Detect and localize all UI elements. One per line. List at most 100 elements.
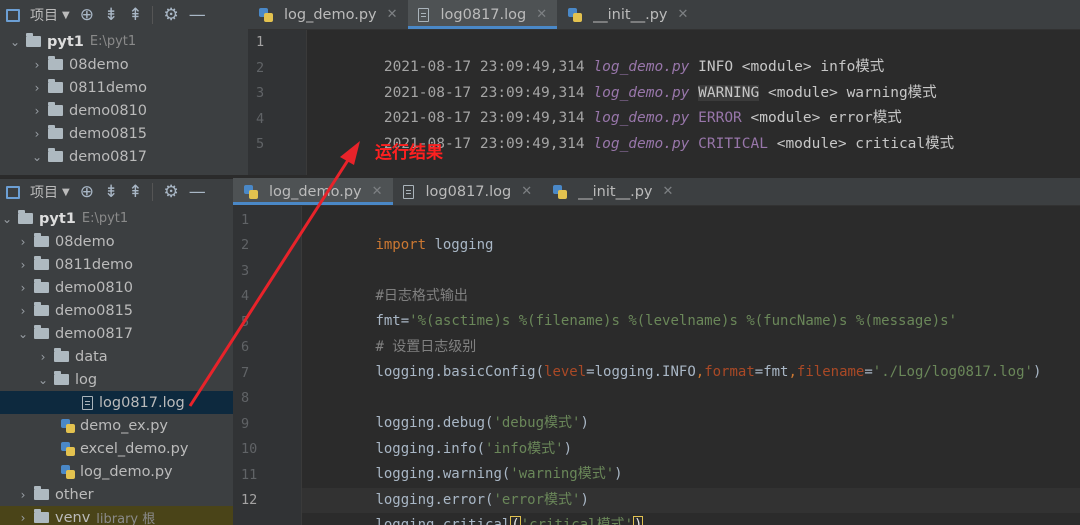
tree-item-label: 08demo — [69, 56, 129, 73]
project-view-selector[interactable]: 项目 ▼ — [30, 182, 70, 202]
code-text: ) — [614, 466, 623, 482]
tree-root-pyt1[interactable]: ⌄ pyt1 E:\pyt1 — [0, 30, 248, 53]
tree-item-0811demo[interactable]: › 0811demo — [0, 76, 248, 99]
close-icon[interactable]: ✕ — [372, 184, 383, 199]
tree-item-08demo[interactable]: › 08demo — [0, 230, 233, 253]
line-number: 1 — [256, 34, 265, 50]
close-icon[interactable]: ✕ — [536, 7, 547, 22]
folder-icon — [34, 233, 49, 247]
tab-log-demo-py[interactable]: log_demo.py ✕ — [233, 178, 393, 205]
expand-all-icon[interactable]: ⇟ — [104, 6, 118, 24]
chevron-right-icon[interactable]: › — [36, 350, 50, 364]
python-file-icon — [243, 184, 259, 200]
chevron-right-icon[interactable]: › — [30, 104, 44, 118]
collapse-all-icon[interactable]: ⇞ — [128, 6, 142, 24]
tab-init-py[interactable]: __init__.py ✕ — [542, 178, 683, 205]
chevron-right-icon[interactable]: › — [16, 258, 30, 272]
tab-init-py[interactable]: __init__.py ✕ — [557, 0, 698, 29]
code-text: logging.basicConfig( — [375, 364, 545, 380]
gear-icon[interactable]: ⚙ — [163, 6, 178, 24]
crosshair-icon[interactable]: ⊕ — [80, 6, 94, 24]
tree-item-venv[interactable]: › venv library 根 — [0, 506, 233, 525]
tree-item-demo0810[interactable]: › demo0810 — [0, 99, 248, 122]
code-line: logging.info('info模式') — [308, 412, 572, 457]
tree-item-label: data — [75, 348, 108, 365]
log-level: CRITICAL — [698, 136, 768, 152]
code-content[interactable]: import logging #日志格式输出 fmt='%(asctime)s … — [308, 208, 1080, 525]
chevron-down-icon[interactable]: ⌄ — [8, 35, 22, 49]
editor-top: log_demo.py ✕ log0817.log ✕ __init__.py … — [248, 0, 1080, 175]
tree-root-label: pyt1 — [39, 210, 76, 227]
tree-item-demo0817[interactable]: ⌄ demo0817 — [0, 145, 248, 168]
tree-item-log-demo-py[interactable]: log_demo.py — [0, 460, 233, 483]
tree-item-demo0815[interactable]: › demo0815 — [0, 299, 233, 322]
tab-log0817-log[interactable]: log0817.log ✕ — [407, 0, 558, 29]
folder-icon — [34, 256, 49, 270]
folder-icon — [34, 509, 49, 523]
tree-item-08demo[interactable]: › 08demo — [0, 53, 248, 76]
close-icon[interactable]: ✕ — [677, 7, 688, 22]
tree-item-demo0810[interactable]: › demo0810 — [0, 276, 233, 299]
chevron-right-icon[interactable]: › — [16, 235, 30, 249]
tree-item-label: demo0815 — [55, 302, 134, 319]
tree-item-0811demo[interactable]: › 0811demo — [0, 253, 233, 276]
chevron-right-icon[interactable]: › — [16, 488, 30, 502]
tree-item-label: demo_ex.py — [80, 417, 169, 434]
line-number: 3 — [256, 85, 265, 101]
tab-log0817-log[interactable]: log0817.log ✕ — [393, 178, 543, 205]
line-number: 10 — [241, 441, 258, 457]
tree-item-label: demo0817 — [69, 148, 148, 165]
tree-root-label: pyt1 — [47, 33, 84, 50]
project-tree-top: ⌄ pyt1 E:\pyt1 › 08demo › 0811demo › dem… — [0, 30, 248, 175]
folder-icon — [54, 371, 69, 385]
tree-item-demo-ex-py[interactable]: demo_ex.py — [0, 414, 233, 437]
chevron-right-icon[interactable]: › — [30, 58, 44, 72]
line-number: 2 — [256, 60, 265, 76]
chevron-down-icon: ▼ — [62, 186, 70, 198]
line-gutter-bottom: 1 2 3 4 5 6 7 8 9 10 11 12 — [233, 206, 301, 525]
project-view-selector[interactable]: 项目 ▼ — [30, 5, 70, 25]
tree-item-label: excel_demo.py — [80, 440, 189, 457]
project-panel-top: 项目 ▼ ⊕ ⇟ ⇞ ⚙ — ⌄ pyt1 E:\pyt1 › 08demo ›… — [0, 0, 248, 175]
chevron-right-icon[interactable]: › — [16, 511, 30, 525]
crosshair-icon[interactable]: ⊕ — [80, 183, 94, 201]
gear-icon[interactable]: ⚙ — [163, 183, 178, 201]
tree-item-data[interactable]: › data — [0, 345, 233, 368]
code-line: import logging — [308, 208, 493, 253]
chevron-down-icon: ▼ — [62, 9, 70, 21]
chevron-right-icon[interactable]: › — [30, 127, 44, 141]
chevron-right-icon[interactable]: › — [30, 81, 44, 95]
minimize-icon[interactable]: — — [189, 183, 206, 201]
expand-all-icon[interactable]: ⇟ — [104, 183, 118, 201]
chevron-right-icon[interactable]: › — [16, 304, 30, 318]
tree-item-other[interactable]: › other — [0, 483, 233, 506]
line-number: 9 — [241, 416, 250, 432]
chevron-down-icon[interactable]: ⌄ — [30, 150, 44, 164]
tab-log-demo-py[interactable]: log_demo.py ✕ — [248, 0, 408, 29]
chevron-right-icon[interactable]: › — [16, 281, 30, 295]
tree-item-log[interactable]: ⌄ log — [0, 368, 233, 391]
tree-item-log0817-log[interactable]: log0817.log — [0, 391, 233, 414]
minimize-icon[interactable]: — — [189, 6, 206, 24]
close-icon[interactable]: ✕ — [521, 184, 532, 199]
line-gutter-top: 1 2 3 4 5 — [248, 30, 306, 175]
folder-icon — [48, 125, 63, 139]
python-file-icon — [258, 7, 274, 23]
tree-item-label: log_demo.py — [80, 463, 173, 480]
tree-item-demo0817[interactable]: ⌄ demo0817 — [0, 322, 233, 345]
chevron-down-icon[interactable]: ⌄ — [36, 373, 50, 387]
code-line: fmt='%(asctime)s %(filename)s %(levelnam… — [308, 284, 957, 329]
line-number: 5 — [241, 314, 250, 330]
tab-label: log0817.log — [440, 6, 527, 23]
code-line: # 设置日志级别 — [308, 310, 476, 355]
collapse-all-icon[interactable]: ⇞ — [128, 183, 142, 201]
chevron-down-icon[interactable]: ⌄ — [0, 212, 14, 226]
tree-item-demo0815[interactable]: › demo0815 — [0, 122, 248, 145]
tree-item-excel-demo-py[interactable]: excel_demo.py — [0, 437, 233, 460]
close-icon[interactable]: ✕ — [662, 184, 673, 199]
close-icon[interactable]: ✕ — [387, 7, 398, 22]
tree-root-pyt1[interactable]: ⌄ pyt1 E:\pyt1 — [0, 207, 233, 230]
chevron-down-icon[interactable]: ⌄ — [16, 327, 30, 341]
project-label: 项目 — [30, 185, 58, 201]
tree-item-label: 0811demo — [69, 79, 148, 96]
